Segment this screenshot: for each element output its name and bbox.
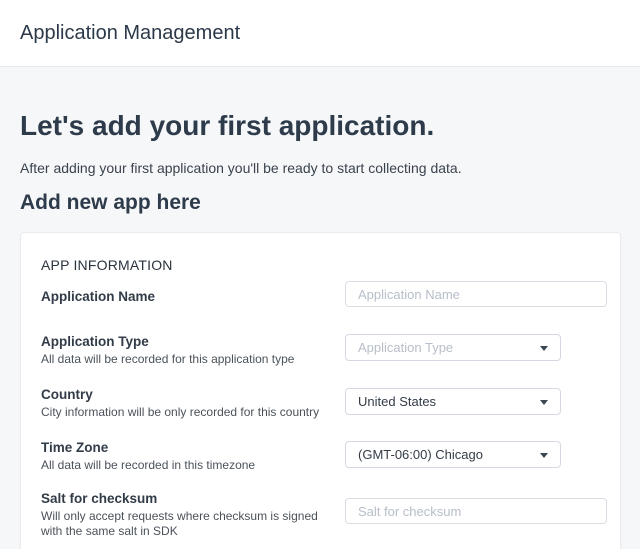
hero-subheading: After adding your first application you'… (20, 160, 462, 176)
country-sublabel: City information will be only recorded f… (41, 405, 341, 420)
page: Application Management Let's add your fi… (0, 0, 640, 549)
time-zone-select-value: (GMT-06:00) Chicago (358, 447, 483, 462)
time-zone-sublabel: All data will be recorded in this timezo… (41, 458, 341, 473)
application-name-input[interactable] (345, 281, 607, 307)
form-row-application-type: Application Type All data will be record… (41, 334, 606, 367)
add-new-app-heading: Add new app here (20, 191, 201, 215)
app-information-card: APP INFORMATION Application Name Applica… (20, 232, 621, 549)
time-zone-select[interactable]: (GMT-06:00) Chicago (345, 441, 561, 468)
hero-heading: Let's add your first application. (20, 110, 434, 142)
form-row-application-name: Application Name (41, 289, 606, 305)
application-type-select[interactable]: Application Type (345, 334, 561, 361)
page-title: Application Management (20, 22, 240, 45)
form-row-salt-for-checksum: Salt for checksum Will only accept reque… (41, 491, 606, 539)
application-type-sublabel: All data will be recorded for this appli… (41, 352, 341, 367)
caret-down-icon (540, 453, 548, 458)
app-information-section-title: APP INFORMATION (41, 257, 173, 273)
form-row-country: Country City information will be only re… (41, 387, 606, 420)
caret-down-icon (540, 400, 548, 405)
caret-down-icon (540, 346, 548, 351)
salt-for-checksum-sublabel: Will only accept requests where checksum… (41, 509, 326, 539)
country-select[interactable]: United States (345, 388, 561, 415)
application-type-select-placeholder: Application Type (358, 340, 453, 355)
salt-for-checksum-input[interactable] (345, 498, 607, 524)
form-row-time-zone: Time Zone All data will be recorded in t… (41, 440, 606, 473)
top-header: Application Management (0, 0, 640, 67)
country-select-value: United States (358, 394, 436, 409)
